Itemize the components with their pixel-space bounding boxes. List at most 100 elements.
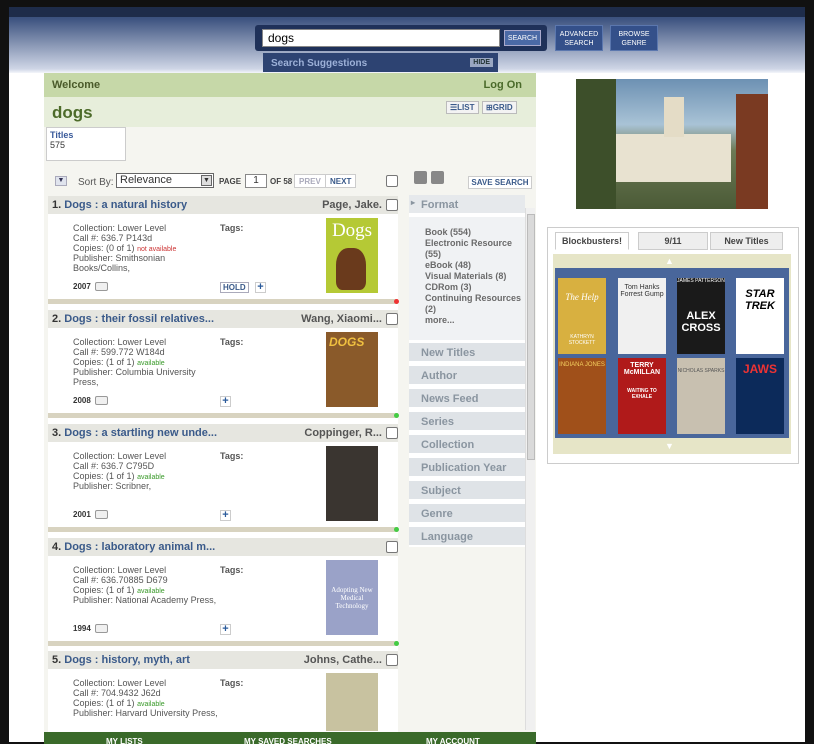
titles-tab[interactable]: Titles 575 <box>46 127 126 161</box>
carousel-book-title: JAMES PATTERSON <box>677 278 725 284</box>
year-value: 2001 <box>73 510 91 519</box>
hide-suggestions-button[interactable]: HIDE <box>470 58 493 67</box>
page-label: PAGE <box>219 177 242 186</box>
record-author[interactable]: Page, Jake. <box>322 199 382 211</box>
carousel-book[interactable]: JAMES PATTERSON ALEX CROSS <box>677 278 725 354</box>
chevron-down-icon[interactable]: ▼ <box>665 441 674 451</box>
facet-option[interactable]: CDRom (3) <box>425 282 521 293</box>
facet-subject[interactable]: Subject <box>409 481 525 501</box>
collection-label: Collection: <box>73 565 116 575</box>
record-title-link[interactable]: Dogs : history, myth, art <box>64 654 190 666</box>
carousel-book-sub: ALEX CROSS <box>681 310 721 334</box>
record-title-link[interactable]: Dogs : a natural history <box>64 199 187 211</box>
search-button[interactable]: SEARCH <box>504 30 541 46</box>
publisher-field: Publisher: Scribner, <box>73 481 218 491</box>
collection-value: Lower Level <box>117 678 167 688</box>
facet-format-header[interactable]: ▸ Format <box>409 195 525 215</box>
titles-tab-label: Titles <box>50 130 74 140</box>
tab-blockbusters[interactable]: Blockbusters! <box>555 232 629 250</box>
record-checkbox[interactable] <box>386 654 398 666</box>
facet-option[interactable]: Continuing Resources (2) <box>425 293 521 315</box>
carousel-book[interactable]: TERRY McMILLAN WAITING TO EXHALE <box>618 358 666 434</box>
record-author[interactable]: Johns, Cathe... <box>304 654 382 666</box>
record-checkbox[interactable] <box>386 199 398 211</box>
tab-new-titles[interactable]: New Titles <box>710 232 783 250</box>
book-cover[interactable]: DOGS <box>326 332 378 407</box>
select-all-checkbox[interactable] <box>386 175 398 187</box>
facet-publication-year[interactable]: Publication Year <box>409 458 525 478</box>
carousel-book[interactable]: NICHOLAS SPARKS <box>677 358 725 434</box>
record-author[interactable]: Wang, Xiaomi... <box>301 313 382 325</box>
carousel-book[interactable]: The Help KATHRYN STOCKETT <box>558 278 606 354</box>
list-view-button[interactable]: ☰LIST <box>446 101 479 114</box>
carousel-book[interactable]: STAR TREK <box>736 278 784 354</box>
facet-new-titles[interactable]: New Titles <box>409 343 525 363</box>
carousel-book[interactable]: Tom Hanks Forrest Gump <box>618 278 666 354</box>
record-checkbox[interactable] <box>386 541 398 553</box>
availability-status: available <box>137 701 165 708</box>
publisher-field: Publisher: Smithsonian Books/Collins, <box>73 253 203 273</box>
record-title-link[interactable]: Dogs : laboratory animal m... <box>64 541 215 553</box>
book-cover[interactable]: Dogs <box>326 218 378 293</box>
save-search-button[interactable]: SAVE SEARCH <box>468 176 532 189</box>
facet-option[interactable]: eBook (48) <box>425 260 521 271</box>
grid-view-button[interactable]: ⊞GRID <box>482 101 517 114</box>
facet-collection[interactable]: Collection <box>409 435 525 455</box>
publisher-label: Publisher: <box>73 481 114 491</box>
grid-view-label: GRID <box>492 103 513 112</box>
carousel-book[interactable]: JAWS <box>736 358 784 434</box>
search-input[interactable] <box>262 29 500 47</box>
log-on-link[interactable]: Log On <box>484 79 523 91</box>
book-icon <box>94 396 108 406</box>
tags-label: Tags: <box>220 451 244 461</box>
call-value: 636.70885 D679 <box>101 575 168 585</box>
carousel-book-title: STAR TREK <box>745 288 775 312</box>
collection-field: Collection: Lower Level <box>73 565 166 575</box>
chevron-down-icon[interactable]: ▼ <box>55 176 67 186</box>
add-to-list-icon[interactable]: + <box>220 396 231 407</box>
tags-label: Tags: <box>220 223 244 233</box>
record-author[interactable]: Coppinger, R... <box>304 427 382 439</box>
sort-select[interactable]: Relevance ▼ <box>116 173 214 188</box>
library-photo <box>576 79 768 209</box>
advanced-search-button[interactable]: ADVANCED SEARCH <box>555 25 603 51</box>
publisher-field: Publisher: National Academy Press, <box>73 595 218 605</box>
add-to-list-icon[interactable]: + <box>255 282 266 293</box>
add-to-list-icon[interactable]: + <box>220 510 231 521</box>
facet-option[interactable]: Book (554) <box>425 227 521 238</box>
page-input[interactable]: 1 <box>245 174 267 188</box>
collection-value: Lower Level <box>117 451 167 461</box>
my-account-tab[interactable]: MY ACCOUNT <box>426 737 480 746</box>
record-checkbox[interactable] <box>386 427 398 439</box>
publication-year: 2007 <box>73 282 108 292</box>
record-checkbox[interactable] <box>386 313 398 325</box>
prev-button[interactable]: PREV <box>294 174 326 188</box>
book-cover[interactable] <box>326 446 378 521</box>
book-cover[interactable]: Adopting New Medical Technology <box>326 560 378 635</box>
facet-language[interactable]: Language <box>409 527 525 547</box>
my-lists-tab[interactable]: MY LISTS <box>106 737 143 746</box>
facet-series[interactable]: Series <box>409 412 525 432</box>
facet-author[interactable]: Author <box>409 366 525 386</box>
book-cover[interactable] <box>326 673 378 731</box>
tags-label: Tags: <box>220 678 244 688</box>
collection-value: Lower Level <box>117 223 167 233</box>
facet-news-feed[interactable]: News Feed <box>409 389 525 409</box>
facet-more-link[interactable]: more... <box>425 315 521 326</box>
results-scrollbar[interactable] <box>525 208 535 730</box>
chevron-up-icon[interactable]: ▲ <box>665 256 674 266</box>
add-to-list-icon[interactable]: + <box>220 624 231 635</box>
hold-button[interactable]: HOLD <box>220 282 249 293</box>
record-title-link[interactable]: Dogs : a startling new unde... <box>64 427 217 439</box>
record-title-link[interactable]: Dogs : their fossil relatives... <box>64 313 214 325</box>
tab-9-11[interactable]: 9/11 <box>638 232 708 250</box>
facet-option[interactable]: Electronic Resource (55) <box>425 238 521 260</box>
facet-genre[interactable]: Genre <box>409 504 525 524</box>
scrollbar-thumb[interactable] <box>527 214 535 460</box>
carousel-book[interactable]: INDIANA JONES <box>558 358 606 434</box>
next-button[interactable]: NEXT <box>325 174 357 188</box>
facet-option[interactable]: Visual Materials (8) <box>425 271 521 282</box>
record-header: 3. Dogs : a startling new unde... Coppin… <box>48 424 398 442</box>
my-saved-searches-tab[interactable]: MY SAVED SEARCHES <box>244 737 332 746</box>
browse-genre-button[interactable]: BROWSE GENRE <box>610 25 658 51</box>
